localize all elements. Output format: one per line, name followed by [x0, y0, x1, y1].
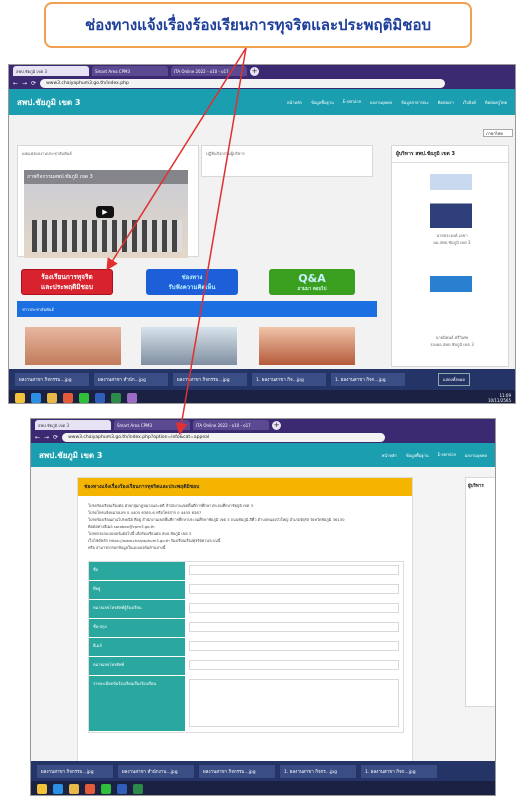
arrows-overlay: [106, 47, 247, 435]
arrow-to-complaint-button: [106, 47, 247, 271]
arrow-to-form-url: [175, 47, 247, 435]
